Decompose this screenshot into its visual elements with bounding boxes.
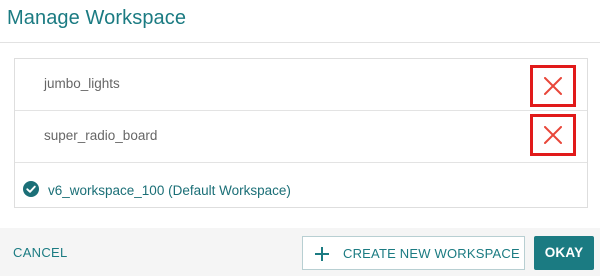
close-icon [544, 77, 562, 95]
dialog-header: Manage Workspace [0, 0, 600, 43]
close-icon [544, 126, 562, 144]
workspace-row-default[interactable]: v6_workspace_100 (Default Workspace) [15, 163, 587, 207]
workspace-list: jumbo_lights super_radio_board v6_worksp… [14, 58, 588, 208]
workspace-row[interactable]: super_radio_board [15, 111, 587, 163]
dialog-footer: CANCEL CREATE NEW WORKSPACE OKAY [0, 228, 600, 276]
create-new-workspace-label: CREATE NEW WORKSPACE [343, 246, 520, 261]
workspace-name: super_radio_board [44, 128, 158, 143]
cancel-button[interactable]: CANCEL [13, 245, 68, 260]
create-new-workspace-button[interactable]: CREATE NEW WORKSPACE [302, 236, 525, 270]
workspace-name: jumbo_lights [44, 76, 120, 91]
plus-icon [315, 247, 329, 261]
delete-workspace-button[interactable] [530, 65, 576, 107]
check-circle-icon [23, 181, 39, 197]
workspace-row[interactable]: jumbo_lights [15, 59, 587, 111]
workspace-name: v6_workspace_100 (Default Workspace) [48, 183, 291, 198]
delete-workspace-button[interactable] [530, 114, 576, 156]
okay-button[interactable]: OKAY [534, 236, 594, 270]
dialog-title: Manage Workspace [7, 7, 187, 29]
